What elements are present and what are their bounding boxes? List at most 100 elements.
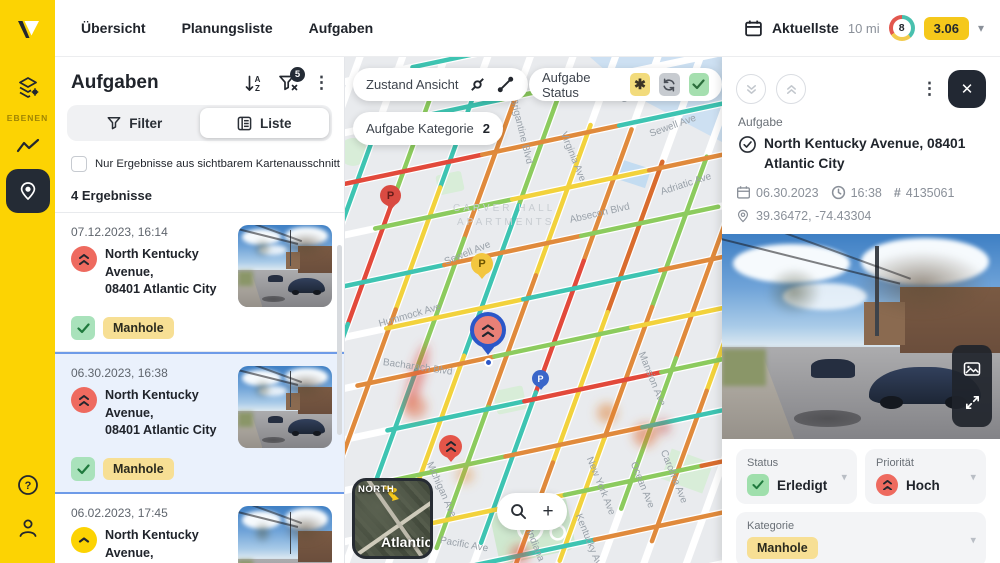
toggle-filter-label: Filter (129, 115, 163, 131)
map-pin-icon (20, 182, 35, 201)
task-address: North Kentucky Avenue, 08401 Atlantic Ci… (105, 388, 217, 438)
category-chip: Manhole (747, 537, 818, 559)
tab-aufgaben[interactable]: Aufgaben (309, 20, 374, 36)
date-filter-button[interactable]: Aktuellste (772, 20, 839, 36)
tab-planungsliste[interactable]: Planungsliste (182, 20, 273, 36)
condition-chart-nav-button[interactable] (8, 129, 48, 163)
detail-date: 06.30.2023 (736, 185, 819, 200)
minimap-city-label: Atlantic (381, 534, 433, 550)
task-list-item[interactable]: 07.12.2023, 16:14 North Kentucky Avenue,… (55, 213, 344, 352)
priority-label: Priorität (876, 457, 914, 469)
task-photo-thumbnail[interactable] (238, 366, 332, 448)
funnel-icon (107, 117, 121, 130)
layers-gear-icon (18, 77, 38, 98)
tab-uebersicht[interactable]: Übersicht (81, 20, 146, 36)
task-category-label: Aufgabe Kategorie (366, 121, 474, 136)
close-detail-button[interactable]: ✕ (948, 70, 986, 108)
radius-value[interactable]: 10 mi (848, 21, 880, 36)
layers-settings-button[interactable] (8, 71, 48, 105)
map-marker-planning-blue[interactable]: P (532, 370, 549, 387)
condition-view-label: Zustand Ansicht (366, 77, 459, 92)
visible-area-checkbox[interactable] (71, 156, 87, 172)
condition-gauge[interactable]: 8 (888, 15, 915, 41)
navbar-filters: Aktuellste 10 mi 8 3.06 ▾ (744, 15, 984, 41)
help-button[interactable]: ? (16, 473, 40, 502)
task-photo-thumbnail[interactable] (238, 506, 332, 563)
task-status-label: Aufgabe Status (542, 69, 591, 100)
score-badge[interactable]: 3.06 (923, 16, 969, 40)
image-gallery-icon[interactable] (963, 361, 981, 377)
results-count: 4 Ergebnisse (55, 182, 344, 213)
priority-high-icon (470, 312, 506, 348)
tasks-scrollbar[interactable] (337, 245, 342, 435)
account-button[interactable] (16, 516, 40, 545)
next-task-button[interactable] (776, 74, 806, 104)
map-canvas[interactable]: Absecon Blvd Sewell Ave Sewell Ave Hummo… (345, 57, 722, 563)
tasks-menu-button[interactable]: ⋮ (313, 73, 330, 93)
overview-minimap[interactable]: NORTH Atlantic (352, 478, 433, 559)
tasks-map-nav-button-active[interactable] (5, 169, 50, 213)
check-icon (692, 79, 705, 90)
previous-task-button[interactable] (736, 74, 766, 104)
filter-count-badge: 5 (290, 67, 305, 82)
task-category-count: 2 (482, 121, 490, 136)
sort-button[interactable]: A Z (244, 74, 263, 93)
calendar-icon (745, 20, 762, 36)
search-icon[interactable] (510, 503, 527, 520)
detail-type-label: Aufgabe (738, 115, 783, 129)
detail-task-id: # 4135061 (893, 185, 955, 200)
status-label: Status (747, 457, 779, 469)
detail-title: North Kentucky Avenue, 08401 Atlantic Ci… (764, 136, 966, 171)
segment-view-icon[interactable] (496, 75, 515, 94)
vialytics-logo-icon (17, 20, 39, 38)
map-marker-selected-task[interactable] (470, 312, 506, 367)
task-list-item[interactable]: 06.02.2023, 17:45 North Kentucky Avenue,… (55, 494, 344, 563)
map-search-control: + (497, 493, 567, 530)
map-marker-planning-yellow[interactable]: P (471, 253, 493, 275)
poi-label: CARVER HALL (453, 203, 556, 214)
status-inprogress-button[interactable] (659, 73, 680, 96)
map-marker-planning-red[interactable]: P (380, 185, 401, 206)
toggle-filter-tab[interactable]: Filter (70, 108, 200, 138)
zoom-in-button[interactable]: + (542, 502, 553, 521)
chevron-down-icon: ▾ (841, 471, 847, 483)
map-pin-icon (737, 209, 749, 223)
category-chip: Manhole (103, 317, 174, 339)
detail-photo[interactable] (722, 234, 1000, 439)
toggle-list-tab[interactable]: Liste (199, 108, 329, 138)
svg-text:?: ? (24, 480, 31, 492)
map-marker-task-red[interactable] (439, 435, 462, 458)
check-icon (76, 463, 90, 474)
condition-view-control: Zustand Ansicht (353, 68, 528, 101)
priority-high-icon (876, 474, 898, 496)
hash-icon: # (893, 185, 901, 200)
chevron-double-down-icon (746, 84, 756, 94)
tasks-panel: Aufgaben A Z 5 ⋮ Filter Liste Nur Ergebn… (55, 57, 345, 563)
svg-text:Z: Z (255, 84, 260, 93)
clear-filters-button[interactable]: 5 (278, 67, 305, 92)
top-navbar: Übersicht Planungsliste Aufgaben Aktuell… (55, 0, 1000, 57)
chevron-down-icon[interactable]: ▾ (978, 21, 984, 35)
priority-dropdown[interactable]: Priorität Hoch ▾ (865, 449, 986, 504)
category-dropdown[interactable]: Kategorie Manhole ▾ (736, 512, 986, 563)
gauge-value: 8 (892, 19, 911, 37)
check-icon (76, 322, 90, 333)
task-category-control[interactable]: Aufgabe Kategorie 2 (353, 112, 503, 145)
selected-task-location-dot (484, 358, 493, 367)
task-photo-thumbnail[interactable] (238, 225, 332, 307)
status-done-button[interactable] (688, 73, 709, 96)
detail-menu-button[interactable]: ⋮ (921, 79, 938, 99)
brand-logo[interactable] (0, 0, 55, 57)
minimap-north-label: NORTH (358, 484, 395, 495)
priority-high-icon (71, 246, 97, 272)
status-new-button[interactable]: ✱ (629, 73, 651, 96)
expand-icon[interactable] (964, 394, 981, 411)
task-address: North Kentucky Avenue, 08401 Atlantic Ci… (105, 247, 217, 297)
status-value: Erledigt (777, 477, 828, 493)
street-photo (238, 506, 332, 563)
task-list-item-selected[interactable]: 06.30.2023, 16:38 North Kentucky Avenue,… (55, 352, 344, 494)
status-done-chip (71, 457, 95, 481)
sort-az-icon: A Z (245, 75, 261, 93)
node-view-icon[interactable] (468, 75, 487, 94)
status-dropdown[interactable]: Status Erledigt ▾ (736, 449, 857, 504)
